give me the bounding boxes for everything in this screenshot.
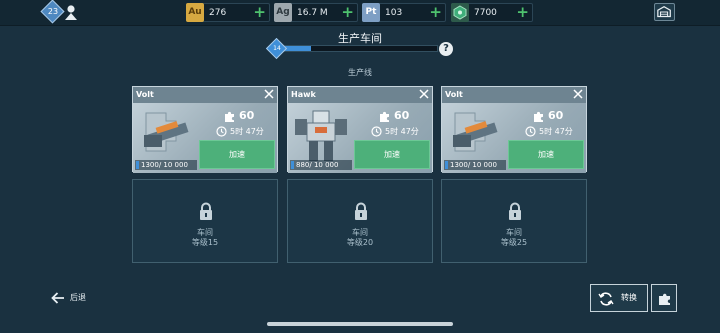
add-platinum-button[interactable]: + [429, 4, 442, 21]
components-button[interactable] [651, 284, 677, 312]
top-bar: 23 Au 276 + Ag 16.7 M + Pt 103 + 7700 + [0, 0, 720, 26]
inventory-count: 1300/ 10 000 [135, 160, 197, 170]
back-label: 后退 [70, 293, 86, 302]
clock-icon [216, 126, 227, 137]
platinum-icon: Pt [362, 3, 380, 22]
resource-au: Au 276 + [186, 3, 270, 22]
silver-icon: Ag [274, 3, 292, 22]
slot-label: 车间 [197, 228, 213, 237]
weapon-image [453, 112, 498, 152]
add-silver-button[interactable]: + [341, 4, 354, 21]
slot-requirement: 等级20 [346, 238, 374, 247]
page-title: 生产车间 [338, 32, 382, 45]
locked-slot-2[interactable]: 车间 等级20 [287, 179, 433, 263]
inventory-count-text: 1300/ 10 000 [141, 161, 188, 169]
player-level: 23 [47, 7, 59, 16]
inventory-count-text: 880/ 10 000 [296, 161, 339, 169]
home-indicator[interactable] [267, 322, 453, 326]
speed-up-button[interactable]: 加速 [354, 140, 430, 169]
lock-icon [200, 202, 212, 220]
speed-up-button[interactable]: 加速 [199, 140, 275, 169]
production-card-2: Hawk 60 5时 47分 加速 880/ 10 000 [287, 86, 433, 173]
workshop-progress-bar [278, 45, 438, 52]
production-time: 5时 47分 [230, 127, 264, 136]
hangar-icon [657, 5, 671, 18]
resource-key: 7700 + [451, 3, 533, 22]
puzzle-piece-icon [534, 111, 543, 122]
inventory-count: 880/ 10 000 [290, 160, 352, 170]
robot-name: Hawk [291, 90, 316, 99]
key-value: 7700 [474, 8, 497, 18]
inventory-count: 1300/ 10 000 [444, 160, 506, 170]
back-button[interactable]: 后退 [50, 290, 94, 306]
piece-count: 60 [548, 109, 564, 122]
switch-label: 转换 [621, 293, 637, 302]
puzzle-piece-icon [225, 111, 234, 122]
piece-count: 60 [394, 109, 410, 122]
resource-pt: Pt 103 + [362, 3, 446, 22]
platinum-value: 103 [385, 8, 403, 18]
key-icon [451, 3, 469, 22]
speed-up-button[interactable]: 加速 [508, 140, 584, 169]
robot-name: Volt [445, 90, 463, 99]
production-card-3: Volt 60 5时 47分 加速 1300/ 10 000 [441, 86, 587, 173]
lock-icon [355, 202, 367, 220]
slot-label: 车间 [506, 228, 522, 237]
add-key-button[interactable]: + [516, 4, 529, 21]
clock-icon [371, 126, 382, 137]
robot-image [295, 110, 347, 161]
gold-value: 276 [209, 8, 227, 18]
puzzle-piece-icon [380, 111, 389, 122]
production-card-1: Volt 60 5时 47分 加速 1300/ 10 000 [132, 86, 278, 173]
profile-icon[interactable] [64, 4, 78, 21]
switch-button[interactable]: 转换 [590, 284, 648, 312]
lock-icon [509, 202, 521, 220]
slot-requirement: 等级25 [500, 238, 528, 247]
production-time: 5时 47分 [385, 127, 419, 136]
clock-icon [525, 126, 536, 137]
workshop-level: 14 [273, 45, 281, 52]
weapon-image [144, 112, 189, 152]
inventory-count-text: 1300/ 10 000 [450, 161, 497, 169]
production-line-label: 生产线 [348, 68, 372, 77]
puzzle-piece-icon [659, 293, 670, 305]
gold-icon: Au [186, 3, 204, 22]
robot-name: Volt [136, 90, 154, 99]
slot-label: 车间 [352, 228, 368, 237]
arrow-left-icon [51, 292, 64, 304]
add-gold-button[interactable]: + [253, 4, 266, 21]
close-icon[interactable] [418, 88, 430, 100]
piece-count: 60 [239, 109, 255, 122]
swap-icon [598, 292, 614, 306]
locked-slot-3[interactable]: 车间 等级25 [441, 179, 587, 263]
silver-value: 16.7 M [297, 8, 328, 18]
close-icon[interactable] [572, 88, 584, 100]
help-button[interactable]: ? [439, 42, 453, 56]
close-icon[interactable] [263, 88, 275, 100]
production-time: 5时 47分 [539, 127, 573, 136]
locked-slot-1[interactable]: 车间 等级15 [132, 179, 278, 263]
hangar-button[interactable] [654, 3, 675, 21]
slot-requirement: 等级15 [191, 238, 219, 247]
resource-ag: Ag 16.7 M + [274, 3, 358, 22]
